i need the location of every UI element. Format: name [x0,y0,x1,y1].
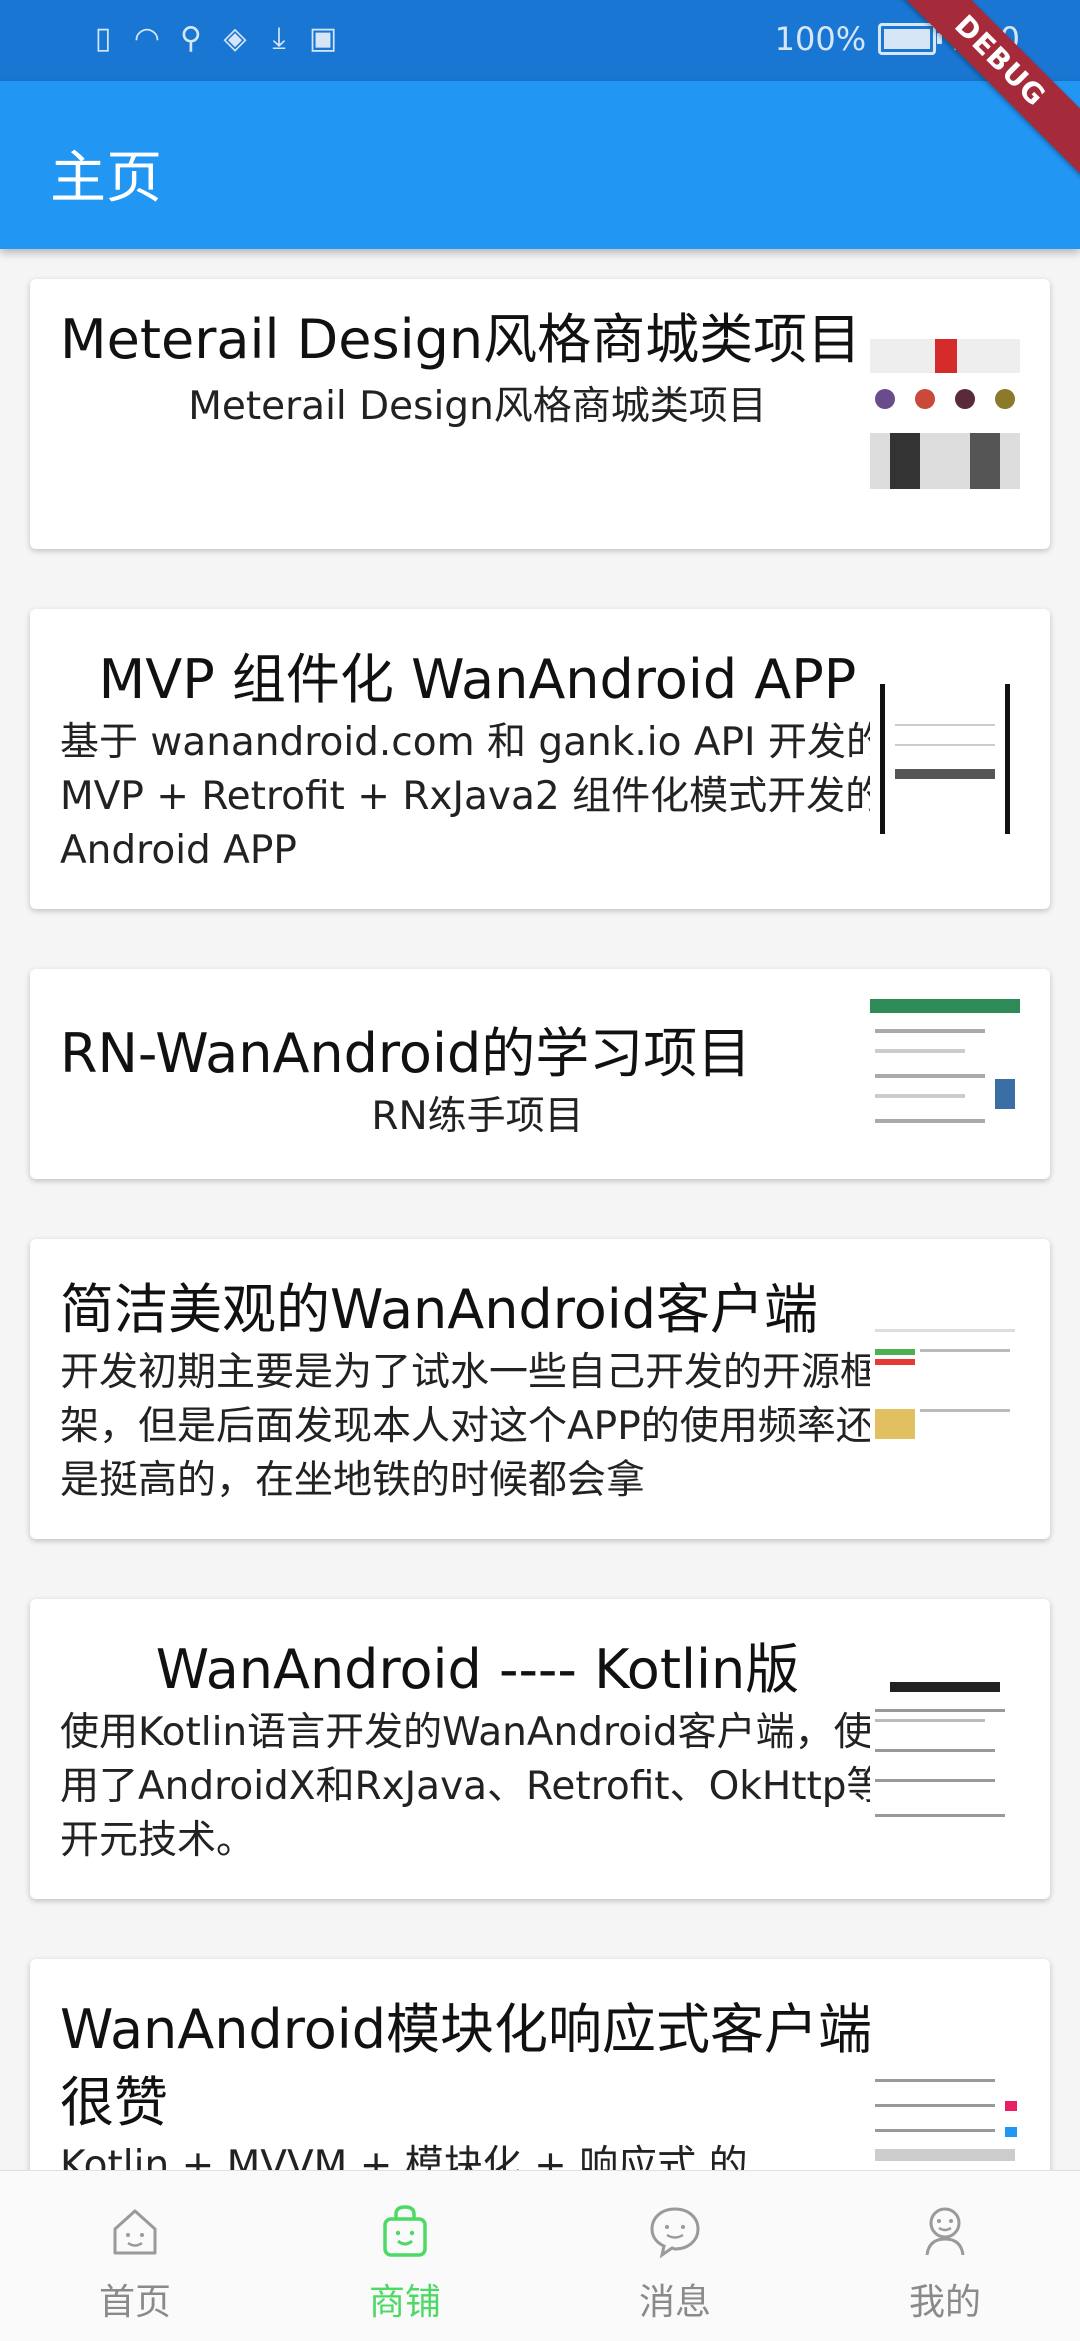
nav-tab-home[interactable]: 首页 [0,2171,270,2341]
nav-tab-shop[interactable]: 商铺 [270,2171,540,2341]
card-thumbnail [870,2069,1020,2170]
status-icons: ▯ ◠ ⚲ ◈ ⤓ ▣ [88,20,338,56]
project-list[interactable]: Meterail Design风格商城类项目 Meterail Design风格… [0,249,1080,2170]
bottom-navigation: 首页 商铺 消息 我的 [0,2170,1080,2341]
card-text: RN-WanAndroid的学习项目 RN练手项目 [60,1017,895,1144]
card-thumbnail [870,684,1020,834]
card-desc: 基于 wanandroid.com 和 gank.io API 开发的 MVP … [60,720,885,873]
page-title: 主页 [50,146,162,211]
project-card[interactable]: MVP 组件化 WanAndroid APP 基于 wanandroid.com… [30,609,1050,909]
chat-bubble-icon [650,2207,700,2259]
card-text: 简洁美观的WanAndroid客户端 开发初期主要是为了试水一些自己开发的开源框… [60,1273,895,1508]
card-title: 简洁美观的WanAndroid客户端 [60,1278,819,1341]
card-thumbnail [870,1674,1020,1824]
project-card[interactable]: RN-WanAndroid的学习项目 RN练手项目 [30,969,1050,1179]
nav-tab-messages[interactable]: 消息 [540,2171,810,2341]
card-title: Meterail Design风格商城类项目 [60,308,862,371]
card-title: WanAndroid ---- Kotlin版 [155,1638,800,1701]
card-thumbnail [870,1309,1020,1459]
card-title: MVP 组件化 WanAndroid APP [98,648,857,711]
card-thumbnail [870,999,1020,1149]
wifi-icon: ◠ [133,20,161,56]
home-icon [113,2209,157,2255]
nav-label-home: 首页 [98,2282,171,2323]
sim-alert-icon: ▯ [94,20,112,56]
battery-percent: 100% [774,20,867,58]
card-desc: Kotlin + MVVM + 模块化 + 响应式 的 [60,2143,748,2170]
card-text: WanAndroid模块化响应式客户端 很赞 Kotlin + MVVM + 模… [60,1993,895,2170]
card-desc: RN练手项目 [371,1094,584,1139]
usb-icon: ⚲ [180,20,202,56]
card-desc: 使用Kotlin语言开发的WanAndroid客户端，使用了AndroidX和R… [60,1710,886,1863]
download-icon: ⤓ [272,20,286,56]
card-thumbnail [870,339,1020,489]
card-text: MVP 组件化 WanAndroid APP 基于 wanandroid.com… [60,643,895,878]
shopping-bag-icon [383,2205,427,2257]
card-text: WanAndroid ---- Kotlin版 使用Kotlin语言开发的Wan… [60,1633,895,1868]
project-card[interactable]: 简洁美观的WanAndroid客户端 开发初期主要是为了试水一些自己开发的开源框… [30,1239,1050,1539]
project-card[interactable]: WanAndroid模块化响应式客户端 很赞 Kotlin + MVVM + 模… [30,1959,1050,2170]
card-desc: 开发初期主要是为了试水一些自己开发的开源框架，但是后面发现本人对这个APP的使用… [60,1350,880,1503]
card-text: Meterail Design风格商城类项目 Meterail Design风格… [60,303,895,434]
app-bar: 主页 [0,81,1080,249]
app-notification-icon: ◈ [223,20,247,56]
project-card[interactable]: Meterail Design风格商城类项目 Meterail Design风格… [30,279,1050,549]
project-card[interactable]: WanAndroid ---- Kotlin版 使用Kotlin语言开发的Wan… [30,1599,1050,1899]
card-title: WanAndroid模块化响应式客户端 很赞 [60,1998,873,2134]
nav-label-shop: 商铺 [368,2282,441,2323]
battery-icon [878,23,943,55]
card-desc: Meterail Design风格商城类项目 [188,384,767,429]
card-title: RN-WanAndroid的学习项目 [60,1022,752,1085]
profile-icon [925,2207,965,2256]
nav-label-messages: 消息 [638,2282,711,2323]
nav-tab-mine[interactable]: 我的 [810,2171,1080,2341]
gallery-notification-icon: ▣ [308,20,338,56]
nav-label-mine: 我的 [908,2282,981,2323]
